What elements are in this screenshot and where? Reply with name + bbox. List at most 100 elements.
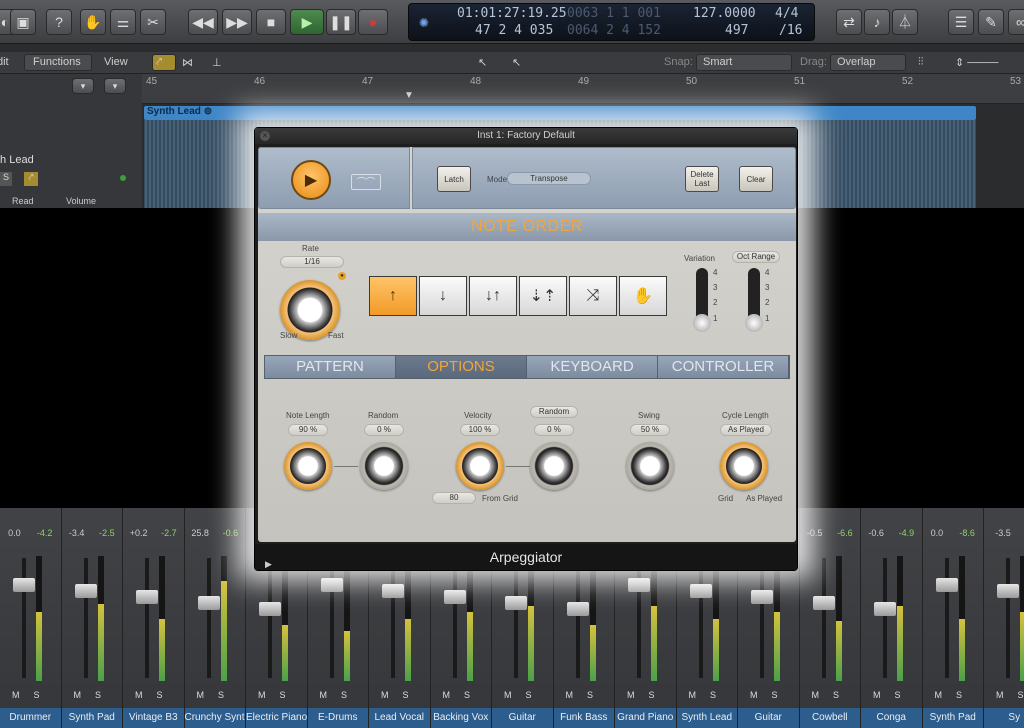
volume-readout[interactable]: 0.0 [931,528,944,538]
note-length-value[interactable]: 90 % [288,424,328,436]
latch-button[interactable]: Latch [437,166,471,192]
volume-fader[interactable] [628,578,650,592]
tab-controller[interactable]: CONTROLLER [658,356,789,378]
volume-fader[interactable] [74,584,97,598]
cycle-length-knob[interactable] [720,442,768,490]
track-options-button[interactable]: ▾ [104,78,126,94]
order-up-button[interactable]: ↑ [369,276,417,316]
channel-name[interactable]: Drummer [0,708,61,728]
channel-name[interactable]: Sy [984,708,1024,728]
random-velocity-knob[interactable] [530,442,578,490]
slider-thumb[interactable] [745,314,763,332]
solo-button[interactable]: S [895,690,901,700]
list-editors-button[interactable]: ☰ [948,9,974,35]
lcd-display[interactable]: ✺ 01:01:27:19.25 0063 1 1 001 47 2 4 035… [408,3,815,41]
note-length-knob[interactable] [284,442,332,490]
stop-button[interactable]: ■ [256,9,286,35]
random-value[interactable]: 0 % [364,424,404,436]
solo-button[interactable]: S [95,690,101,700]
add-track-button[interactable]: ▾ [72,78,94,94]
volume-fader[interactable] [13,578,35,592]
waveform-zoom-icon[interactable]: ⫶⫶ [918,56,924,69]
mixer-button[interactable]: ⚌ [110,9,136,35]
solo-button[interactable]: S [403,690,409,700]
channel-name[interactable]: Lead Vocal [369,708,430,728]
volume-fader[interactable] [382,584,404,598]
mute-button[interactable]: M [197,690,205,700]
window-titlebar[interactable]: × Inst 1: Factory Default [255,128,797,144]
arp-play-button[interactable]: ▶ [291,160,331,200]
rewind-button[interactable]: ◀◀ [188,9,218,35]
inspector-button[interactable]: ▣ [10,9,36,35]
channel-name[interactable]: Vintage B3 [123,708,184,728]
menu-view[interactable]: View [104,56,128,68]
swing-value[interactable]: 50 % [630,424,670,436]
mute-button[interactable]: M [258,690,266,700]
random-velocity-value[interactable]: 0 % [534,424,574,436]
rate-value[interactable]: 1/16 [280,256,344,268]
random-velocity-label[interactable]: Random [530,406,578,418]
play-button[interactable]: ▶ [290,9,324,35]
volume-fader[interactable] [505,596,527,610]
mute-button[interactable]: M [750,690,758,700]
channel-name[interactable]: E-Drums [307,708,368,728]
cycle-length-value[interactable]: As Played [720,424,772,436]
mute-button[interactable]: M [504,690,512,700]
volume-readout[interactable]: -0.6 [868,528,884,538]
snap-select[interactable]: Smart [703,56,732,68]
metronome-button[interactable]: ⏃ [892,9,918,35]
order-as-played-button[interactable]: ✋ [619,276,667,316]
flex-icon[interactable]: ⋈ [182,56,193,69]
pause-button[interactable]: ❚❚ [326,9,356,35]
pointer-tool-icon[interactable]: ↖ [478,56,487,69]
volume-fader[interactable] [136,590,158,604]
channel-name[interactable]: Backing Vox [430,708,491,728]
solo-button[interactable]: S [710,690,716,700]
solo-button[interactable]: S [464,690,470,700]
track-input-icon[interactable]: ⤤ [24,172,38,186]
mute-button[interactable]: M [812,690,820,700]
volume-fader[interactable] [751,590,773,604]
channel-name[interactable]: Synth Pad [922,708,983,728]
mode-select[interactable]: Transpose [507,172,591,185]
volume-fader[interactable] [689,584,712,598]
volume-fader[interactable] [935,578,958,592]
mute-button[interactable]: M [873,690,881,700]
drag-select[interactable]: Overlap [837,56,876,68]
mute-button[interactable]: M [320,690,328,700]
mute-button[interactable]: M [381,690,389,700]
mute-button[interactable]: M [627,690,635,700]
tuner-button[interactable]: ♪ [864,9,890,35]
close-icon[interactable]: × [260,131,270,141]
channel-name[interactable]: Conga [861,708,922,728]
mute-button[interactable]: M [689,690,697,700]
tab-pattern[interactable]: PATTERN [265,356,396,378]
oct-range-slider[interactable] [745,268,763,332]
channel-name[interactable]: Grand Piano [615,708,676,728]
mute-button[interactable]: M [135,690,143,700]
solo-button[interactable]: S [280,690,286,700]
cycle-button[interactable]: ⇄ [836,9,862,35]
solo-button[interactable]: S [218,690,224,700]
solo-button[interactable]: S [526,690,532,700]
volume-fader[interactable] [874,602,896,616]
mute-button[interactable]: M [566,690,574,700]
volume-fader[interactable] [259,602,281,616]
volume-fader[interactable] [812,596,835,610]
channel-name[interactable]: Funk Bass [553,708,614,728]
solo-button[interactable]: S [0,172,12,186]
channel-name[interactable]: Cowbell [799,708,860,728]
tab-options[interactable]: OPTIONS [396,356,527,378]
rate-sync-icon[interactable]: ● [338,272,346,280]
order-down-button[interactable]: ↓ [419,276,467,316]
volume-fader[interactable] [320,578,343,592]
velocity-knob[interactable] [456,442,504,490]
solo-button[interactable]: S [157,690,163,700]
clear-button[interactable]: Clear [739,166,773,192]
velocity-grid-value[interactable]: 80 [432,492,476,504]
mute-button[interactable]: M [74,690,82,700]
solo-button[interactable]: S [956,690,962,700]
channel-name[interactable]: Guitar [492,708,553,728]
solo-button[interactable]: S [341,690,347,700]
editors-button[interactable]: ✂ [140,9,166,35]
